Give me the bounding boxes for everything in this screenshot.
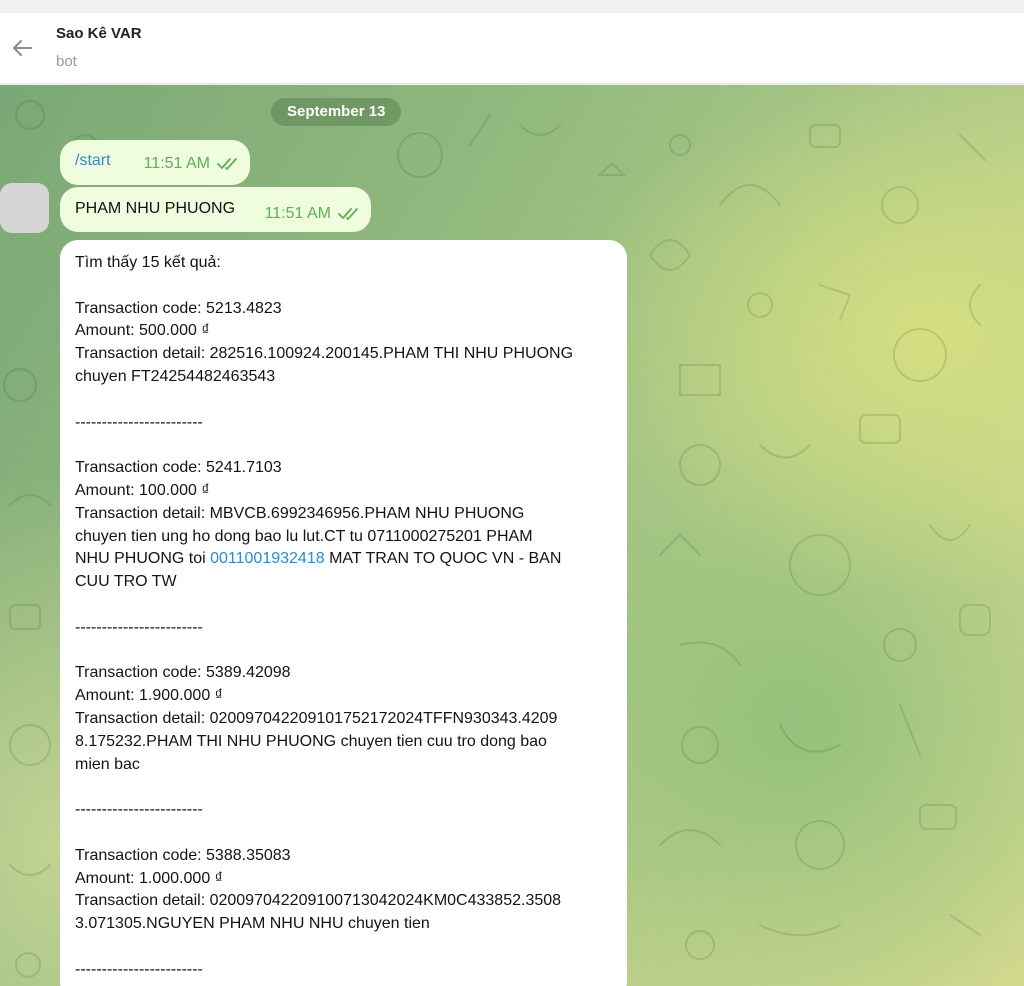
transaction-amount: Amount: 500.000 ₫ [75, 322, 210, 340]
double-check-icon [338, 208, 358, 220]
message-text: PHAM NHU PHUONG [75, 200, 236, 217]
message-bubble-outgoing[interactable]: PHAM NHU PHUONG 11:51 AM [60, 187, 371, 232]
chat-title[interactable]: Sao Kê VAR [56, 25, 142, 42]
separator: ------------------------ [75, 960, 203, 978]
transaction-detail: CUU TRO TW [75, 573, 177, 591]
chat-subtitle: bot [56, 53, 77, 70]
double-check-icon [217, 158, 237, 170]
transaction-amount: Amount: 1.000.000 ₫ [75, 869, 223, 887]
transaction-detail: 3.071305.NGUYEN PHAM NHU NHU chuyen tien [75, 915, 430, 933]
transaction-detail: chuyen FT24254482463543 [75, 367, 276, 385]
separator: ------------------------ [75, 618, 203, 636]
transaction-detail: Transaction detail: MBVCB.6992346956.PHA… [75, 504, 525, 522]
message-meta: 11:51 AM [265, 205, 361, 223]
transaction-detail: Transaction detail: 02009704220910071304… [75, 892, 562, 910]
transaction-amount: Amount: 100.000 ₫ [75, 481, 210, 499]
transaction-code: Transaction code: 5389.42098 [75, 664, 291, 682]
message-meta: 11:51 AM [144, 155, 240, 173]
back-button[interactable] [8, 34, 36, 62]
avatar[interactable] [0, 183, 49, 233]
transaction-detail: 8.175232.PHAM THI NHU PHUONG chuyen tien… [75, 732, 547, 750]
transaction-code: Transaction code: 5388.35083 [75, 846, 291, 864]
message-time: 11:51 AM [143, 155, 210, 172]
separator: ------------------------ [75, 413, 203, 431]
detail-text: NHU PHUONG toi [75, 550, 211, 568]
account-number-link[interactable]: 0011001932418 [210, 550, 325, 567]
transaction-detail: mien bac [75, 755, 140, 773]
transaction-code: Transaction code: 5241.7103 [75, 459, 282, 477]
transaction-code: Transaction code: 5213.4823 [75, 299, 282, 317]
transaction-detail: Transaction detail: 282516.100924.200145… [75, 345, 574, 363]
back-arrow-icon [13, 40, 32, 56]
message-bubble-incoming[interactable]: Tìm thấy 15 kết quả: Transaction code: 5… [60, 240, 627, 986]
message-time: 11:51 AM [264, 205, 331, 222]
separator: ------------------------ [75, 801, 203, 819]
transaction-amount: Amount: 1.900.000 ₫ [75, 687, 223, 705]
result-summary: Tìm thấy 15 kết quả: [75, 254, 221, 271]
chat-area[interactable]: September 13 /start 11:51 AM PHAM NHU PH… [0, 85, 1024, 986]
transaction-detail: Transaction detail: 02009704220910175217… [75, 709, 558, 727]
transaction-detail: NHU PHUONG toi 0011001932418 MAT TRAN TO… [75, 548, 613, 571]
chat-header: Sao Kê VAR bot [0, 13, 1024, 84]
window-top-strip [0, 0, 1024, 13]
detail-text: MAT TRAN TO QUOC VN - BAN [324, 550, 562, 568]
transaction-detail: chuyen tien ung ho dong bao lu lut.CT tu… [75, 527, 533, 545]
date-separator: September 13 [271, 98, 402, 126]
bot-command-link[interactable]: /start [75, 152, 111, 170]
message-bubble-outgoing[interactable]: /start 11:51 AM [60, 140, 250, 185]
